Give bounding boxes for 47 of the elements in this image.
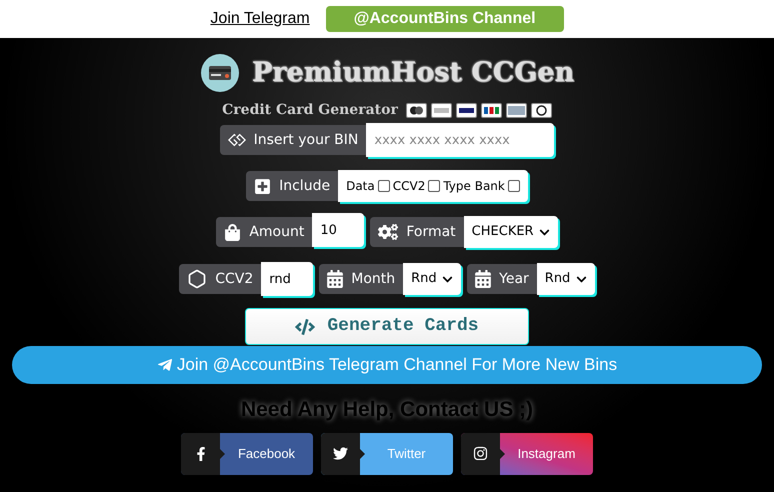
option-label: Type Bank — [443, 178, 505, 195]
amount-label: Amount — [249, 222, 304, 242]
card-logo-icon — [456, 103, 477, 118]
ccv2-input[interactable]: rnd — [261, 262, 314, 296]
chevron-icon — [442, 274, 454, 284]
month-label: Month — [351, 270, 396, 288]
checkbox[interactable] — [428, 180, 440, 192]
plus-icon — [254, 178, 272, 194]
calendar-icon — [475, 270, 492, 288]
format-label: Format — [406, 222, 456, 242]
select-field[interactable]: Rnd — [403, 263, 462, 295]
option-label: CCV2 — [392, 178, 426, 195]
amount-input[interactable]: 10 — [312, 213, 364, 247]
credit-card-icon — [200, 53, 240, 93]
bin-input[interactable]: xxxx xxxx xxxx xxxx — [366, 123, 554, 157]
select-field[interactable]: CHECKER — [464, 216, 558, 248]
checkbox[interactable] — [378, 180, 390, 192]
paper-plane-icon — [156, 357, 173, 373]
code-icon — [295, 318, 316, 334]
social-button[interactable]: Instagram — [461, 432, 593, 474]
card-logo-icon — [406, 103, 427, 118]
subtitle: Credit Card Generator — [222, 101, 398, 120]
year-label: Year — [499, 270, 529, 288]
bird-icon — [333, 446, 348, 461]
gears-icon — [378, 223, 398, 241]
include-label: Include — [279, 176, 330, 196]
select-field[interactable]: Rnd — [536, 263, 595, 295]
generate-button[interactable]: Generate Cards — [245, 308, 529, 345]
telegram-link[interactable]: Join Telegram — [210, 7, 310, 31]
option-label: Data — [346, 178, 375, 195]
ccv2-label: CCV2 — [215, 270, 254, 288]
chevron-icon — [576, 274, 587, 284]
hexagon-icon — [187, 269, 208, 289]
card-logo-icon — [480, 103, 502, 118]
help-text: Need Any Help, Contact US ;) — [240, 397, 534, 424]
calendar-icon — [327, 270, 344, 288]
card-logo-icon — [430, 103, 452, 118]
card-logo-icon — [530, 103, 552, 118]
site-title: PremiumHost CCGen — [252, 56, 574, 90]
chevron-icon — [538, 226, 550, 238]
diamond-icon — [228, 131, 246, 149]
card-logo-icon — [506, 103, 527, 118]
checkbox[interactable] — [508, 180, 520, 192]
bin-label: Insert your BIN — [254, 130, 358, 150]
social-button[interactable]: Facebook — [181, 432, 313, 474]
camera-icon — [473, 446, 488, 461]
bag-icon — [224, 224, 242, 240]
